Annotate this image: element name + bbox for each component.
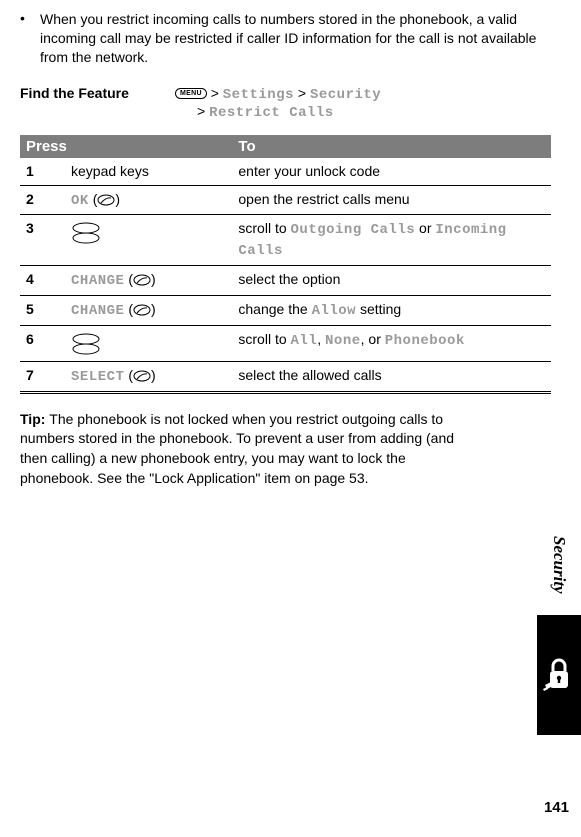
table-header-row: Press To xyxy=(20,135,551,158)
press-cell: SELECT () xyxy=(65,361,232,392)
press-cell: keypad keys xyxy=(65,158,232,185)
to-option: Allow xyxy=(312,303,357,319)
find-the-feature: Find the Feature MENU > Settings > Secur… xyxy=(20,85,551,121)
step-number: 6 xyxy=(20,326,65,362)
to-option: All xyxy=(291,333,318,349)
press-cell xyxy=(65,215,232,266)
bullet-marker: • xyxy=(20,10,40,67)
to-text: scroll to xyxy=(238,220,290,236)
menu-key-icon: MENU xyxy=(175,88,207,99)
to-text: scroll to xyxy=(238,331,290,347)
find-feature-path: MENU > Settings > Security > Restrict Ca… xyxy=(175,85,551,121)
to-cell: select the option xyxy=(232,266,551,296)
to-cell: scroll to All, None, or Phonebook xyxy=(232,326,551,362)
softkey-icon xyxy=(133,368,151,387)
steps-table: Press To 1 keypad keys enter your unlock… xyxy=(20,135,551,394)
step-number: 4 xyxy=(20,266,65,296)
step-number: 1 xyxy=(20,158,65,185)
bullet-item: • When you restrict incoming calls to nu… xyxy=(20,10,551,67)
scroll-key-icon xyxy=(71,222,101,249)
table-row: 6 scroll to All, None, or Phonebook xyxy=(20,326,551,362)
softkey-label: OK xyxy=(71,193,89,209)
path-sep: > xyxy=(197,103,205,119)
to-cell: enter your unlock code xyxy=(232,158,551,185)
softkey-icon xyxy=(133,272,151,291)
press-cell: CHANGE () xyxy=(65,266,232,296)
lock-icon xyxy=(541,655,577,695)
step-number: 7 xyxy=(20,361,65,392)
side-tab: Security xyxy=(537,515,581,735)
to-cell: change the Allow setting xyxy=(232,296,551,326)
path-security: Security xyxy=(310,87,381,103)
softkey-label: SELECT xyxy=(71,369,124,385)
tip-label: Tip: xyxy=(20,411,49,427)
header-to: To xyxy=(232,135,551,158)
step-number: 2 xyxy=(20,185,65,215)
tip-paragraph: Tip: The phonebook is not locked when yo… xyxy=(20,410,460,488)
table-row: 4 CHANGE () select the option xyxy=(20,266,551,296)
table-row: 1 keypad keys enter your unlock code xyxy=(20,158,551,185)
header-press: Press xyxy=(20,135,232,158)
section-icon-box xyxy=(537,615,581,735)
table-row: 3 scroll to Outgoing Calls or Incoming C… xyxy=(20,215,551,266)
step-number: 3 xyxy=(20,215,65,266)
table-row: 7 SELECT () select the allowed calls xyxy=(20,361,551,392)
table-row: 5 CHANGE () change the Allow setting xyxy=(20,296,551,326)
step-number: 5 xyxy=(20,296,65,326)
press-cell xyxy=(65,326,232,362)
softkey-label: CHANGE xyxy=(71,303,124,319)
path-restrict-calls: Restrict Calls xyxy=(209,105,334,121)
page-number: 141 xyxy=(544,799,569,816)
to-text: , xyxy=(317,331,325,347)
to-cell: open the restrict calls menu xyxy=(232,185,551,215)
tip-text: The phonebook is not locked when you res… xyxy=(20,411,454,486)
to-text: or xyxy=(415,220,435,236)
to-text: setting xyxy=(356,301,401,317)
softkey-icon xyxy=(97,192,115,211)
to-option: Outgoing Calls xyxy=(291,222,416,238)
find-feature-label: Find the Feature xyxy=(20,85,175,101)
to-cell: scroll to Outgoing Calls or Incoming Cal… xyxy=(232,215,551,266)
softkey-label: CHANGE xyxy=(71,273,124,289)
path-sep: > xyxy=(298,85,306,101)
to-option: Phonebook xyxy=(385,333,465,349)
scroll-key-icon xyxy=(71,333,101,360)
path-sep: > xyxy=(211,85,219,101)
bullet-text: When you restrict incoming calls to numb… xyxy=(40,10,551,67)
to-text: change the xyxy=(238,301,311,317)
table-row: 2 OK () open the restrict calls menu xyxy=(20,185,551,215)
press-cell: CHANGE () xyxy=(65,296,232,326)
to-cell: select the allowed calls xyxy=(232,361,551,392)
press-cell: OK () xyxy=(65,185,232,215)
softkey-icon xyxy=(133,302,151,321)
to-option: None xyxy=(325,333,361,349)
to-text: , or xyxy=(361,331,385,347)
section-label: Security xyxy=(537,515,581,615)
path-settings: Settings xyxy=(223,87,294,103)
